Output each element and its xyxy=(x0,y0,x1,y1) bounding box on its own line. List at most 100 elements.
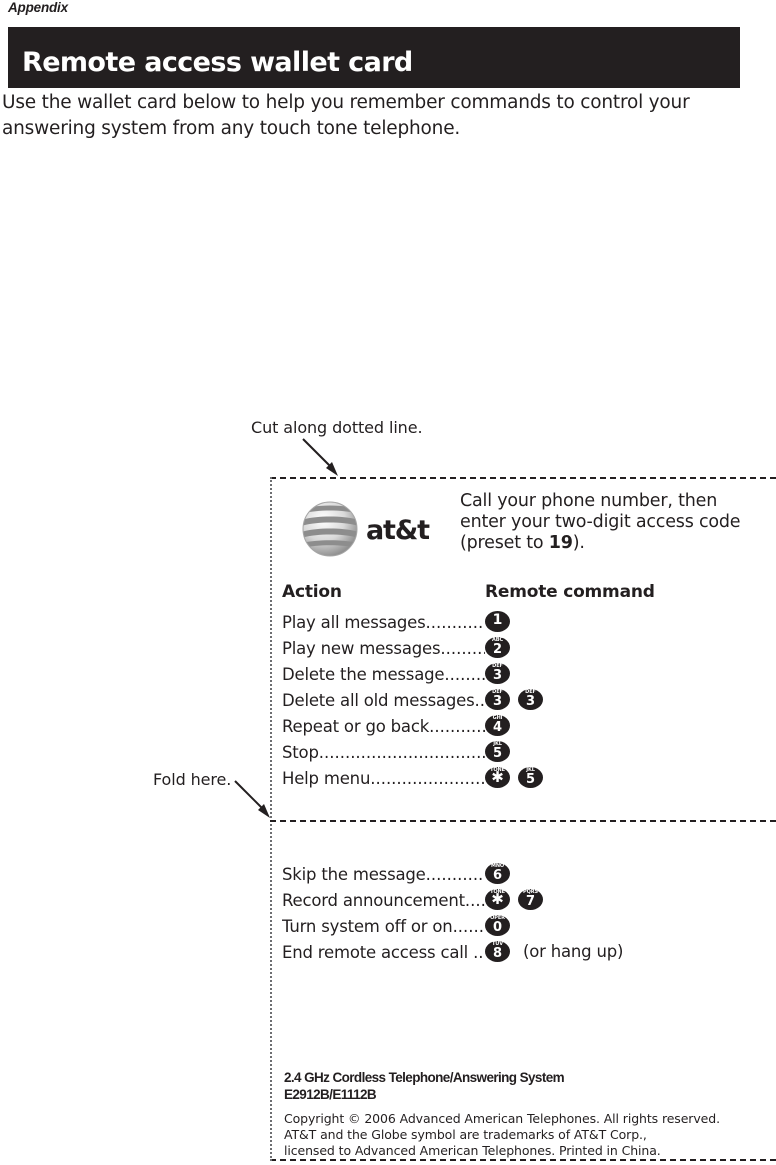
dot-leader: ........................................… xyxy=(318,743,485,762)
action-text: Skip the message xyxy=(282,865,426,884)
cut-line-annotation: Cut along dotted line. xyxy=(251,418,423,437)
action-label: Stop....................................… xyxy=(282,741,485,763)
section-title-bar: Remote access wallet card xyxy=(8,27,740,88)
card-dotted-line-left xyxy=(270,477,272,1161)
phone-key-5: JKL 5 xyxy=(518,767,543,788)
copyright-line-2: AT&T and the Globe symbol are trademarks… xyxy=(284,1127,647,1142)
phone-key-star: TONE ✱ xyxy=(485,889,510,910)
command-row: Delete the message..............DEF3 xyxy=(282,663,776,689)
appendix-label: Appendix xyxy=(8,0,68,15)
command-row: Turn system off or on........OPER0 xyxy=(282,915,776,941)
action-text: Repeat or go back xyxy=(282,717,430,736)
action-label: Turn system off or on........ xyxy=(282,915,485,937)
dot-leader: ................... xyxy=(425,865,485,884)
column-header-action: Action xyxy=(282,582,342,602)
remote-command-keys: TONE ✱ JKL 5 xyxy=(485,767,543,788)
phone-key-digit: ✱ xyxy=(491,890,504,908)
command-row: Record announcement........TONE✱ PQRS7 xyxy=(282,889,776,915)
remote-command-keys: TONE ✱ PQRS 7 xyxy=(485,889,543,910)
command-rows-bottom: Skip the message...................MNO6R… xyxy=(282,863,776,967)
command-table-headers: Action Remote command xyxy=(282,582,776,604)
remote-command-keys: 1 xyxy=(485,611,510,632)
copyright-line-3: licensed to Advanced American Telephones… xyxy=(284,1143,661,1158)
remote-command-keys: OPER 0 xyxy=(485,915,510,936)
action-text: Delete the message xyxy=(282,665,445,684)
phone-key-2: ABC 2 xyxy=(485,637,510,658)
instructions-line-2: enter your two-digit access code xyxy=(460,512,741,532)
column-header-remote-command: Remote command xyxy=(485,582,655,602)
phone-key-digit: ✱ xyxy=(491,768,504,786)
remote-command-keys: DEF 3 DEF 3 xyxy=(485,689,543,710)
phone-key-1: 1 xyxy=(485,611,510,632)
remote-command-keys: JKL 5 xyxy=(485,741,510,762)
action-text: End remote access call xyxy=(282,943,474,962)
action-label: Help menu...............................… xyxy=(282,767,485,789)
card-fold-line xyxy=(270,820,776,822)
dot-leader: .................. xyxy=(425,613,485,632)
phone-key-6: MNO 6 xyxy=(485,863,510,884)
phone-key-digit: 0 xyxy=(492,920,503,935)
phone-key-5: JKL 5 xyxy=(485,741,510,762)
instructions-line-3-suffix: ). xyxy=(572,533,585,553)
copyright-line-1: Copyright © 2006 Advanced American Telep… xyxy=(284,1111,720,1126)
action-label: Repeat or go back................. xyxy=(282,715,485,737)
phone-key-digit: 8 xyxy=(492,946,503,961)
phone-key-digit: 3 xyxy=(525,694,536,709)
dot-leader: ........ xyxy=(464,891,485,910)
model-number: E2912B/E1112B xyxy=(284,1087,377,1102)
phone-key-digit: 3 xyxy=(492,668,503,683)
dot-leader: ................. xyxy=(429,717,485,736)
phone-key-digit: 3 xyxy=(492,694,503,709)
command-row: Stop....................................… xyxy=(282,741,776,767)
action-text: Turn system off or on xyxy=(282,917,453,936)
action-label: Delete the message.............. xyxy=(282,663,485,685)
phone-key-digit: 5 xyxy=(492,746,503,761)
card-instructions: Call your phone number, then enter your … xyxy=(460,491,772,554)
card-cut-line-top xyxy=(270,477,776,479)
phone-key-digit: 5 xyxy=(525,772,536,787)
card-footer: 2.4 GHz Cordless Telephone/Answering Sys… xyxy=(284,1069,764,1159)
action-text: Help menu xyxy=(282,769,371,788)
command-row: Play new messages...............ABC2 xyxy=(282,637,776,663)
fold-line-annotation: Fold here. xyxy=(153,770,232,789)
cut-arrow-icon xyxy=(302,438,338,476)
product-name: 2.4 GHz Cordless Telephone/Answering Sys… xyxy=(284,1070,565,1085)
phone-key-star: TONE ✱ xyxy=(485,767,510,788)
action-label: Delete all old messages..... xyxy=(282,689,485,711)
action-label: Skip the message................... xyxy=(282,863,485,885)
command-row: End remote access call ......TUV8 (or han… xyxy=(282,941,776,967)
command-row: Repeat or go back.................GHI4 xyxy=(282,715,776,741)
command-row: Skip the message...................MNO6 xyxy=(282,863,776,889)
phone-key-digit: 6 xyxy=(492,868,503,883)
phone-key-8: TUV 8 xyxy=(485,941,510,962)
remote-command-keys: ABC 2 xyxy=(485,637,510,658)
dot-leader: ..... xyxy=(474,691,485,710)
action-label: Record announcement........ xyxy=(282,889,485,911)
phone-key-digit: 7 xyxy=(525,894,536,909)
command-row: Play all messages.................. 1 xyxy=(282,611,776,637)
remote-command-keys: MNO 6 xyxy=(485,863,510,884)
copyright-block: Copyright © 2006 Advanced American Telep… xyxy=(284,1111,764,1159)
instructions-line-1: Call your phone number, then xyxy=(460,491,718,511)
page-title: Remote access wallet card xyxy=(22,47,413,78)
card-cut-line-bottom xyxy=(270,1159,776,1161)
command-row: Delete all old messages.....DEF3DEF3 xyxy=(282,689,776,715)
att-brand-block: at&t xyxy=(300,499,455,561)
action-text: Delete all old messages xyxy=(282,691,475,710)
phone-key-digit: 2 xyxy=(492,642,503,657)
access-code-value: 19 xyxy=(548,533,573,553)
action-label: Play all messages.................. xyxy=(282,611,485,633)
att-globe-icon xyxy=(302,501,358,557)
command-suffix-note: (or hang up) xyxy=(523,942,624,961)
action-text: Play all messages xyxy=(282,613,426,632)
remote-command-keys: GHI 4 xyxy=(485,715,510,736)
command-row: Help menu...............................… xyxy=(282,767,776,793)
phone-key-7: PQRS 7 xyxy=(518,889,543,910)
phone-key-digit: 4 xyxy=(492,720,503,735)
instructions-line-3-prefix: (preset to xyxy=(460,533,549,553)
phone-key-digit: 1 xyxy=(492,612,503,628)
att-wordmark: at&t xyxy=(366,515,430,546)
phone-key-3: DEF 3 xyxy=(518,689,543,710)
dot-leader: ........ xyxy=(452,917,485,936)
wallet-card: at&t Call your phone number, then enter … xyxy=(270,477,776,1161)
